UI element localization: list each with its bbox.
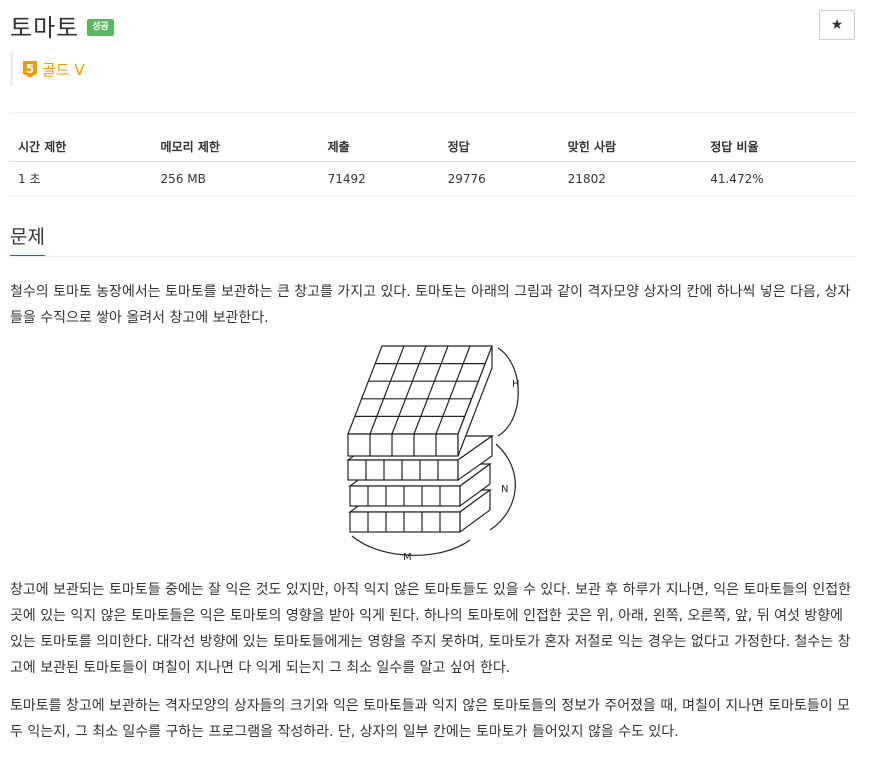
header-memory-limit: 메모리 제한 [152, 131, 320, 162]
tier-gold-icon: 5 [23, 60, 37, 78]
tier-label: 골드 V [42, 60, 85, 79]
header-time-limit: 시간 제한 [10, 131, 153, 162]
description-paragraph-1: 철수의 토마토 농장에서는 토마토를 보관하는 큰 창고를 가지고 있다. 토마… [10, 284, 851, 326]
figure-label-n: N [501, 484, 508, 495]
description-paragraph-3: 토마토를 창고에 보관하는 격자모양의 상자들의 크기와 익은 토마토들과 익지… [10, 698, 851, 740]
section-divider [10, 256, 856, 257]
time-limit-value: 1 초 [10, 161, 153, 196]
figure-label-m: M [403, 552, 412, 563]
star-button[interactable]: ★ [819, 10, 855, 40]
star-icon: ★ [830, 17, 844, 33]
header-solvers: 맞힌 사람 [559, 131, 703, 162]
accept-rate-value: 41.472% [702, 161, 856, 196]
header-accepted: 정답 [439, 131, 560, 162]
problem-title: 토마토 [10, 14, 80, 42]
problem-page: 토마토 성공 ★ 5 골드 V 시간 제한 메모리 제한 제출 정답 맞힌 사람… [0, 0, 871, 766]
status-badge: 성공 [87, 19, 114, 36]
height-arc [497, 347, 519, 437]
tomato-box-figure: H N M [346, 345, 520, 563]
solvers-value: 21802 [559, 161, 703, 196]
memory-limit-value: 256 MB [152, 161, 320, 196]
section-heading-problem: 문제 [10, 222, 45, 256]
description-paragraph-2: 창고에 보관되는 토마토들 중에는 잘 익은 것도 있지만, 아직 익지 않은 … [10, 582, 851, 676]
problem-stats-table: 시간 제한 메모리 제한 제출 정답 맞힌 사람 정답 비율 1 초 256 M… [10, 131, 856, 196]
stats-value-row: 1 초 256 MB 71492 29776 21802 41.472% [10, 161, 856, 196]
accepted-value: 29776 [439, 161, 560, 196]
tier-info: 5 골드 V [10, 52, 85, 86]
title-row: 토마토 성공 [10, 8, 114, 43]
submissions-value: 71492 [319, 161, 440, 196]
stats-header-row: 시간 제한 메모리 제한 제출 정답 맞힌 사람 정답 비율 [10, 131, 856, 162]
header-accept-rate: 정답 비율 [702, 131, 856, 162]
divider [10, 112, 856, 113]
header-submissions: 제출 [319, 131, 440, 162]
figure-label-h: H [512, 379, 520, 390]
